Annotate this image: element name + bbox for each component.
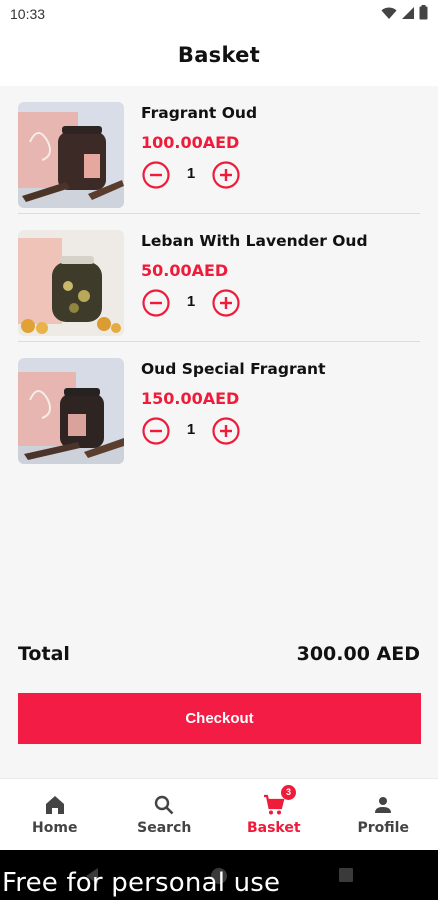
home-icon xyxy=(45,796,64,814)
recents-icon[interactable] xyxy=(338,867,354,883)
item-name: Leban With Lavender Oud xyxy=(141,232,368,250)
checkout-button[interactable]: Checkout xyxy=(18,693,421,744)
plus-circle-icon xyxy=(212,289,240,317)
plus-circle-icon xyxy=(212,417,240,445)
quantity-stepper: 1 xyxy=(141,288,251,318)
nav-item-home[interactable]: Home xyxy=(0,779,110,851)
minus-circle-icon xyxy=(142,161,170,189)
product-image xyxy=(18,358,124,464)
bottom-nav: Home Search 3 Basket Profile xyxy=(0,778,438,850)
decrease-quantity-button[interactable] xyxy=(141,416,171,446)
quantity-value: 1 xyxy=(186,421,196,438)
nav-item-basket[interactable]: 3 Basket xyxy=(219,779,329,851)
item-price: 50.00AED xyxy=(141,261,229,280)
status-bar: 10:33 xyxy=(0,0,438,30)
nav-item-search[interactable]: Search xyxy=(110,779,220,851)
nav-label: Profile xyxy=(357,820,409,836)
search-icon xyxy=(155,795,174,815)
item-name: Fragrant Oud xyxy=(141,104,258,122)
item-price: 100.00AED xyxy=(141,133,240,152)
product-image xyxy=(18,102,124,208)
quantity-value: 1 xyxy=(186,165,196,182)
total-label: Total xyxy=(18,643,70,665)
person-icon xyxy=(375,797,392,813)
plus-circle-icon xyxy=(212,161,240,189)
quantity-value: 1 xyxy=(186,293,196,310)
app-header: Basket xyxy=(0,30,438,86)
quantity-stepper: 1 xyxy=(141,160,251,190)
minus-circle-icon xyxy=(142,289,170,317)
signal-icon xyxy=(402,6,414,19)
cart-item[interactable]: Leban With Lavender Oud 50.00AED 1 xyxy=(0,214,438,342)
quantity-stepper: 1 xyxy=(141,416,251,446)
battery-icon xyxy=(419,5,428,20)
nav-label: Basket xyxy=(246,820,301,836)
status-time: 10:33 xyxy=(10,6,46,22)
increase-quantity-button[interactable] xyxy=(211,160,241,190)
watermark-text: Free for personal use xyxy=(2,868,281,898)
nav-label: Home xyxy=(32,820,78,836)
cart-item[interactable]: Fragrant Oud 100.00AED 1 xyxy=(0,86,438,214)
wifi-icon xyxy=(381,7,397,19)
item-price: 150.00AED xyxy=(141,389,240,408)
product-image xyxy=(18,230,124,336)
minus-circle-icon xyxy=(142,417,170,445)
nav-label: Search xyxy=(137,820,192,836)
basket-count-badge: 3 xyxy=(281,785,296,800)
page-title: Basket xyxy=(177,43,261,67)
increase-quantity-button[interactable] xyxy=(211,416,241,446)
item-name: Oud Special Fragrant xyxy=(141,360,326,378)
cart-item[interactable]: Oud Special Fragrant 150.00AED 1 xyxy=(0,342,438,470)
nav-item-profile[interactable]: Profile xyxy=(329,779,438,851)
increase-quantity-button[interactable] xyxy=(211,288,241,318)
decrease-quantity-button[interactable] xyxy=(141,288,171,318)
status-icons xyxy=(381,5,428,20)
total-value: 300.00 AED xyxy=(296,643,420,665)
decrease-quantity-button[interactable] xyxy=(141,160,171,190)
total-row: Total 300.00 AED xyxy=(18,640,420,670)
